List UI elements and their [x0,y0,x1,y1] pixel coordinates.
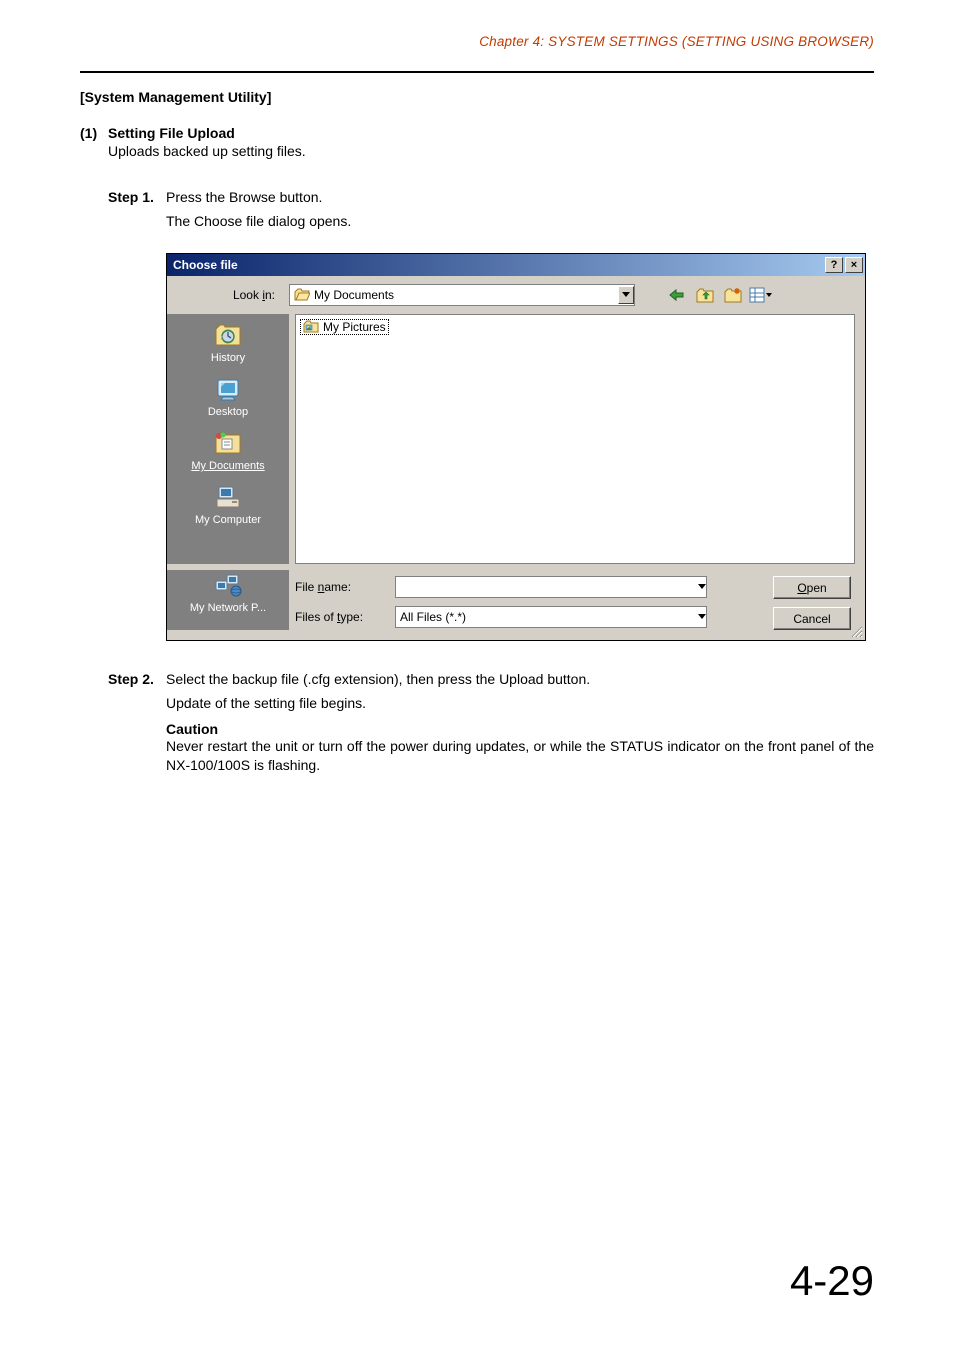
item-description: Uploads backed up setting files. [108,143,306,159]
place-history[interactable]: History [167,320,289,364]
resize-grip-icon[interactable] [849,624,863,638]
section-heading: [System Management Utility] [80,89,874,105]
dropdown-arrow-icon[interactable] [698,584,706,590]
files-of-type-value: All Files (*.*) [400,610,466,624]
look-in-value: My Documents [314,288,394,302]
dialog-titlebar[interactable]: Choose file ? × [167,254,865,276]
chapter-header: Chapter 4: SYSTEM SETTINGS (SETTING USIN… [80,34,874,49]
dropdown-arrow-icon[interactable] [618,286,634,304]
numbered-item: (1) Setting File Upload Uploads backed u… [80,125,874,159]
step-subtext: Update of the setting file begins. [166,695,874,711]
step-1: Step 1. Press the Browse button. The Cho… [108,189,874,229]
my-computer-icon [211,482,245,512]
choose-file-dialog: Choose file ? × Look in: My Documents [166,253,866,641]
item-number: (1) [80,125,108,159]
files-of-type-row: Files of type: All Files (*.*) [295,606,749,628]
dialog-title: Choose file [173,258,238,272]
item-title: Setting File Upload [108,125,306,141]
my-documents-icon [211,428,245,458]
place-my-computer[interactable]: My Computer [167,482,289,526]
folder-open-icon [294,288,310,302]
file-list[interactable]: My Pictures [295,314,855,564]
step-text: Press the Browse button. [166,189,322,205]
step-text: Select the backup file (.cfg extension),… [166,671,590,687]
view-menu-button[interactable] [749,284,773,306]
back-button[interactable] [665,284,689,306]
new-folder-button[interactable] [721,284,745,306]
close-button[interactable]: × [845,257,863,273]
step-label: Step 1. [108,189,166,205]
file-name-label: File name: [295,580,385,594]
caution-text: Never restart the unit or turn off the p… [166,737,874,775]
place-my-documents[interactable]: My Documents [167,428,289,472]
places-bar-bottom: My Network P... [167,570,289,630]
my-network-icon [211,570,245,600]
file-item-label: My Pictures [323,320,386,334]
page-number: 4-29 [790,1257,874,1305]
dropdown-arrow-icon[interactable] [698,614,706,620]
places-bar: History Desktop My Documents [167,314,289,564]
files-of-type-label: Files of type: [295,610,385,624]
caution-title: Caution [166,721,874,737]
pictures-folder-icon [303,320,319,334]
cancel-button[interactable]: Cancel [773,607,851,630]
look-in-combobox[interactable]: My Documents [289,284,635,306]
up-one-level-button[interactable] [693,284,717,306]
caution-block: Caution Never restart the unit or turn o… [166,721,874,775]
file-name-combobox[interactable] [395,576,707,598]
step-label: Step 2. [108,671,166,687]
history-icon [211,320,245,350]
help-button[interactable]: ? [825,257,843,273]
step-2: Step 2. Select the backup file (.cfg ext… [108,671,874,711]
file-item-my-pictures[interactable]: My Pictures [300,319,389,335]
step-subtext: The Choose file dialog opens. [166,213,874,229]
look-in-label: Look in: [177,288,281,302]
header-rule [80,71,874,73]
file-name-row: File name: [295,576,749,598]
files-of-type-combobox[interactable]: All Files (*.*) [395,606,707,628]
place-my-network[interactable]: My Network P... [190,570,266,614]
look-in-row: Look in: My Documents [167,276,865,314]
place-desktop[interactable]: Desktop [167,374,289,418]
desktop-icon [211,374,245,404]
open-button[interactable]: Open [773,576,851,599]
